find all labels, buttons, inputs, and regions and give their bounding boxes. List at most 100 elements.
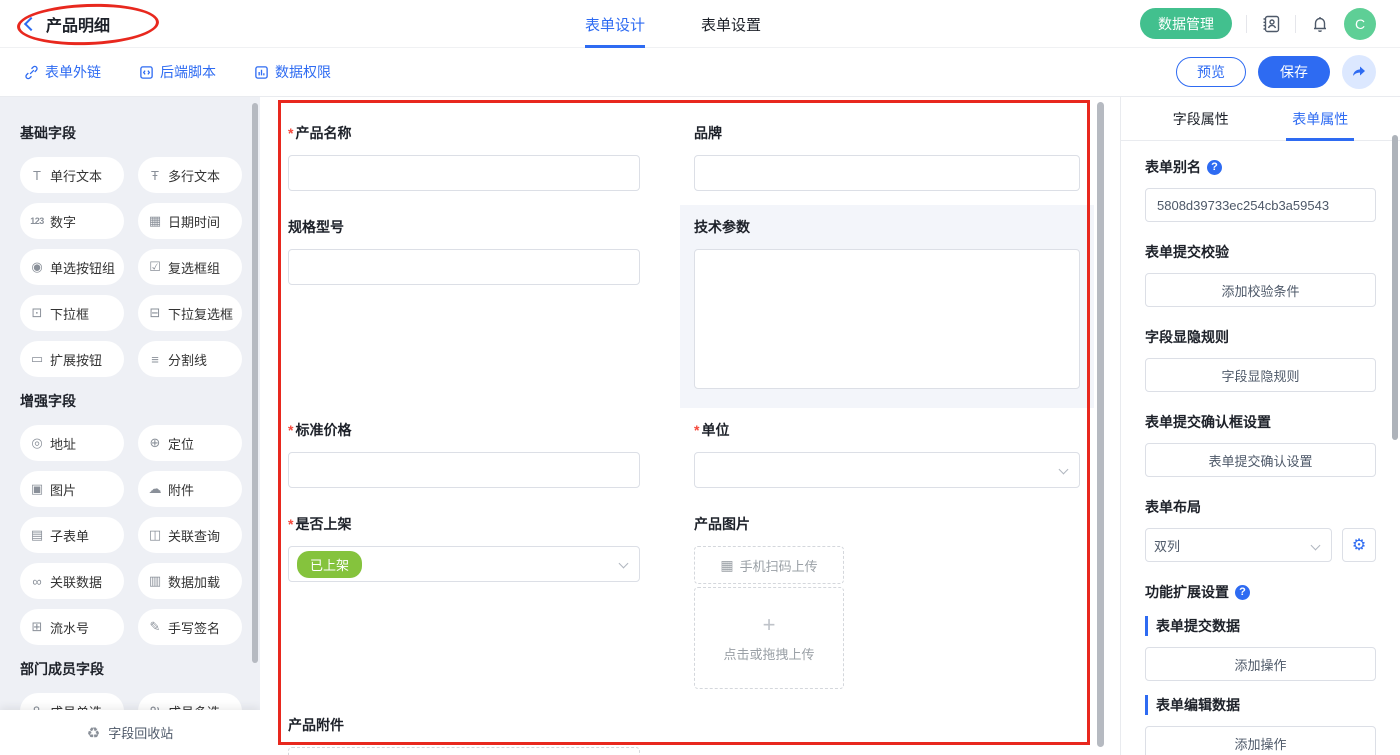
palette-item-linked-data[interactable]: ∞关联数据: [20, 563, 124, 599]
form-external-link[interactable]: 表单外链: [24, 62, 101, 82]
script-icon: [139, 65, 154, 80]
single-line-text-icon: T: [30, 168, 44, 183]
chevron-down-icon: [619, 559, 629, 569]
add-validation-button[interactable]: 添加校验条件: [1145, 273, 1376, 307]
serial-number-icon: ⊞: [30, 619, 44, 635]
field-recycle-bin[interactable]: ♻ 字段回收站: [0, 710, 260, 755]
field-product-image[interactable]: 产品图片 ▦ 手机扫码上传 + 点击或拖拽上传: [680, 502, 1094, 703]
palette-item-divider-line[interactable]: ≡分割线: [138, 341, 242, 377]
chevron-down-icon: [1059, 465, 1069, 475]
visibility-rules-button[interactable]: 字段显隐规则: [1145, 358, 1376, 392]
property-tabs: 字段属性 表单属性: [1121, 97, 1400, 141]
required-mark: *: [694, 422, 699, 438]
field-standard-price[interactable]: *标准价格: [274, 408, 654, 502]
sidebar-scrollbar[interactable]: [252, 103, 258, 663]
field-tech-params[interactable]: 技术参数: [680, 205, 1094, 408]
divider: [1246, 15, 1247, 33]
linked-query-icon: ◫: [148, 527, 162, 543]
preview-button[interactable]: 预览: [1176, 57, 1246, 87]
submit-confirm-button[interactable]: 表单提交确认设置: [1145, 443, 1376, 477]
chevron-down-icon: [1311, 541, 1321, 551]
user-avatar[interactable]: C: [1344, 8, 1376, 40]
product-name-input[interactable]: [288, 155, 640, 191]
page-title: 产品明细: [46, 12, 110, 36]
palette-grid-basic: T单行文本 Ŧ多行文本 123数字 ▦日期时间 ◉单选按钮组 ☑复选框组 ⊡下拉…: [20, 157, 242, 377]
palette-grid-enhanced: ◎地址 ⊕定位 ▣图片 ☁附件 ▤子表单 ◫关联查询 ∞关联数据 ▥数据加载 ⊞…: [20, 425, 242, 645]
palette-section-title: 基础字段: [20, 123, 242, 143]
data-permission-link[interactable]: 数据权限: [254, 62, 331, 82]
brand-input[interactable]: [694, 155, 1080, 191]
data-manage-button[interactable]: 数据管理: [1140, 8, 1232, 39]
tab-form-design[interactable]: 表单设计: [585, 0, 645, 48]
palette-item-serial-number[interactable]: ⊞流水号: [20, 609, 124, 645]
field-unit[interactable]: *单位: [680, 408, 1094, 502]
palette-item-location[interactable]: ⊕定位: [138, 425, 242, 461]
back-icon[interactable]: [24, 16, 38, 30]
share-arrow-icon: [1351, 64, 1367, 80]
palette-item-radio-group[interactable]: ◉单选按钮组: [20, 249, 124, 285]
required-mark: *: [288, 516, 293, 532]
group-visibility-rules: 字段显隐规则 字段显隐规则: [1145, 327, 1376, 392]
palette-item-signature[interactable]: ✎手写签名: [138, 609, 242, 645]
palette-item-multi-line-text[interactable]: Ŧ多行文本: [138, 157, 242, 193]
sub-toolbar: 表单外链 后端脚本 数据权限 预览 保存: [0, 48, 1400, 97]
field-spec-model[interactable]: 规格型号: [274, 205, 654, 408]
form-alias-input[interactable]: [1145, 188, 1376, 222]
palette-item-multi-select[interactable]: ⊟下拉复选框: [138, 295, 242, 331]
palette-item-extend-button[interactable]: ▭扩展按钮: [20, 341, 124, 377]
palette-item-address[interactable]: ◎地址: [20, 425, 124, 461]
palette-item-data-load[interactable]: ▥数据加载: [138, 563, 242, 599]
help-icon[interactable]: ?: [1235, 585, 1250, 600]
layout-select[interactable]: 双列: [1145, 528, 1332, 562]
layout-settings-button[interactable]: ⚙: [1342, 528, 1376, 562]
palette-item-select[interactable]: ⊡下拉框: [20, 295, 124, 331]
backend-script-link[interactable]: 后端脚本: [139, 62, 216, 82]
on-shelf-tag: 已上架: [297, 551, 362, 578]
tab-field-properties[interactable]: 字段属性: [1173, 97, 1229, 141]
image-upload-dropzone[interactable]: + 点击或拖拽上传: [694, 587, 844, 689]
number-icon: 123: [30, 216, 44, 226]
address-icon: ◎: [30, 435, 44, 451]
subform-icon: ▤: [30, 527, 44, 543]
header-tabs: 表单设计 表单设置: [585, 0, 761, 48]
field-brand[interactable]: 品牌: [680, 111, 1094, 205]
field-product-attachment[interactable]: 产品附件 点击或拖拽附件上传: [274, 703, 654, 755]
group-submit-confirm: 表单提交确认框设置 表单提交确认设置: [1145, 412, 1376, 477]
tab-form-settings[interactable]: 表单设置: [701, 0, 761, 48]
notification-bell-icon[interactable]: [1310, 14, 1330, 34]
standard-price-input[interactable]: [288, 452, 640, 488]
canvas-scrollbar[interactable]: [1097, 102, 1104, 747]
save-button[interactable]: 保存: [1258, 56, 1330, 88]
field-product-name[interactable]: *产品名称: [274, 111, 654, 205]
palette-item-datetime[interactable]: ▦日期时间: [138, 203, 242, 239]
palette-item-image[interactable]: ▣图片: [20, 471, 124, 507]
unit-select[interactable]: [694, 452, 1080, 488]
field-on-shelf[interactable]: *是否上架 已上架: [274, 502, 654, 703]
palette-item-subform[interactable]: ▤子表单: [20, 517, 124, 553]
multi-line-text-icon: Ŧ: [148, 168, 162, 183]
add-submit-action-button[interactable]: 添加操作: [1145, 647, 1376, 681]
inspector-scrollbar[interactable]: [1392, 135, 1398, 440]
help-icon[interactable]: ?: [1207, 160, 1222, 175]
add-edit-action-button[interactable]: 添加操作: [1145, 726, 1376, 755]
palette-item-linked-query[interactable]: ◫关联查询: [138, 517, 242, 553]
required-mark: *: [288, 125, 293, 141]
attachment-upload-dropzone[interactable]: 点击或拖拽附件上传: [288, 747, 640, 755]
header: 产品明细 表单设计 表单设置 数据管理 C: [0, 0, 1400, 48]
tab-form-properties[interactable]: 表单属性: [1292, 97, 1348, 141]
permission-icon: [254, 65, 269, 80]
scan-upload-button[interactable]: ▦ 手机扫码上传: [694, 546, 844, 584]
palette-item-number[interactable]: 123数字: [20, 203, 124, 239]
select-icon: ⊡: [30, 305, 44, 321]
datetime-icon: ▦: [148, 213, 162, 229]
form-design-canvas: *产品名称 品牌 规格型号 技术参数 *标准价格 *单位: [260, 97, 1120, 755]
contact-book-icon[interactable]: [1261, 14, 1281, 34]
tech-params-textarea[interactable]: [694, 249, 1080, 389]
palette-item-single-line-text[interactable]: T单行文本: [20, 157, 124, 193]
header-actions: 数据管理 C: [1140, 8, 1376, 40]
share-button[interactable]: [1342, 55, 1376, 89]
palette-item-checkbox-group[interactable]: ☑复选框组: [138, 249, 242, 285]
palette-item-attachment[interactable]: ☁附件: [138, 471, 242, 507]
on-shelf-select[interactable]: 已上架: [288, 546, 640, 582]
spec-model-input[interactable]: [288, 249, 640, 285]
